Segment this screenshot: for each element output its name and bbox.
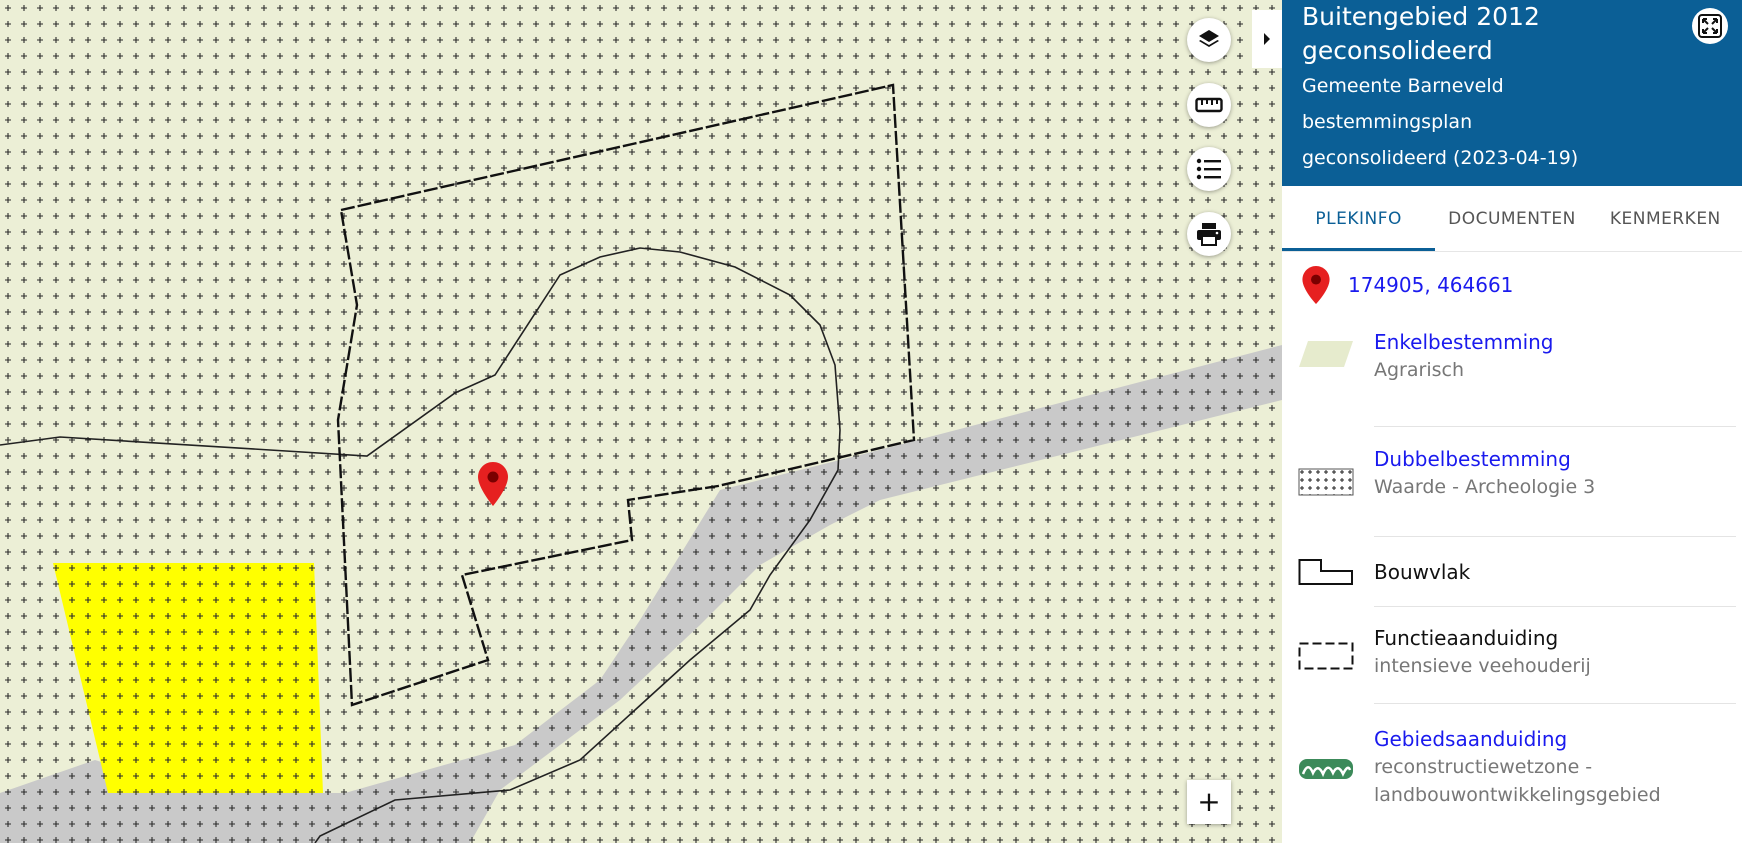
- functieaanduiding-swatch: [1298, 607, 1354, 704]
- measure-button[interactable]: [1187, 83, 1231, 127]
- chevron-right-icon: [1264, 33, 1270, 45]
- archeologie-overlay: [0, 0, 1282, 843]
- fullscreen-icon: [1698, 14, 1722, 38]
- layers-button[interactable]: [1187, 18, 1231, 62]
- legend-item-functieaanduiding: Functieaanduiding intensieve veehouderij: [1282, 607, 1742, 704]
- legend-title[interactable]: Enkelbestemming: [1374, 328, 1736, 356]
- legend-button[interactable]: [1187, 147, 1231, 191]
- legend-item-enkelbestemming: Enkelbestemming Agrarisch: [1282, 318, 1742, 427]
- map-drawing: [0, 0, 1282, 843]
- ruler-icon: [1195, 97, 1223, 113]
- plan-info-panel: Buitengebied 2012 geconsolideerd Gemeent…: [1282, 0, 1742, 843]
- printer-icon: [1197, 223, 1221, 246]
- tab-plekinfo[interactable]: PLEKINFO: [1282, 186, 1436, 251]
- legend-subtitle: Agrarisch: [1374, 359, 1464, 381]
- legend-item-dubbelbestemming: Dubbelbestemming Waarde - Archeologie 3: [1282, 427, 1742, 537]
- gebiedsaanduiding-swatch: [1298, 704, 1354, 834]
- location-row: 174905, 464661: [1282, 252, 1742, 318]
- dubbelbestemming-swatch: [1298, 427, 1354, 537]
- collapse-panel-button[interactable]: [1252, 10, 1282, 68]
- legend-title[interactable]: Dubbelbestemming: [1374, 445, 1736, 473]
- list-icon: [1196, 158, 1221, 180]
- panel-tabs: PLEKINFO DOCUMENTEN KENMERKEN: [1282, 186, 1742, 252]
- fullscreen-button[interactable]: [1692, 8, 1728, 44]
- map-canvas[interactable]: +: [0, 0, 1282, 843]
- legend-title: Bouwvlak: [1374, 560, 1471, 584]
- legend-subtitle: intensieve veehouderij: [1374, 655, 1591, 677]
- layers-icon: [1199, 30, 1219, 47]
- plan-status: geconsolideerd (2023-04-19): [1302, 147, 1579, 169]
- legend-title[interactable]: Gebiedsaanduiding: [1374, 725, 1736, 753]
- enkelbestemming-swatch: [1298, 318, 1354, 390]
- plan-type: bestemmingsplan: [1302, 111, 1473, 133]
- tab-kenmerken[interactable]: KENMERKEN: [1589, 186, 1742, 251]
- plan-title: Buitengebied 2012 geconsolideerd: [1302, 2, 1540, 65]
- map-pin-icon: [1302, 266, 1330, 304]
- legend-item-bouwvlak: Bouwvlak: [1282, 537, 1742, 607]
- legend-subtitle: reconstructiewetzone - landbouwontwikkel…: [1374, 756, 1661, 806]
- tab-documenten[interactable]: DOCUMENTEN: [1435, 186, 1588, 251]
- legend-title: Functieaanduiding: [1374, 626, 1559, 650]
- panel-header: Buitengebied 2012 geconsolideerd Gemeent…: [1282, 0, 1742, 186]
- print-button[interactable]: [1187, 212, 1231, 256]
- zoom-in-button[interactable]: +: [1187, 780, 1231, 824]
- location-coordinates[interactable]: 174905, 464661: [1348, 273, 1513, 297]
- app: + Buitengebied 2012 geconsolideerd Gemee…: [0, 0, 1742, 843]
- legend-item-gebiedsaanduiding: Gebiedsaanduiding reconstructiewetzone -…: [1282, 704, 1742, 843]
- legend-subtitle: Waarde - Archeologie 3: [1374, 476, 1596, 498]
- bouwvlak-swatch: [1298, 537, 1354, 607]
- municipality: Gemeente Barneveld: [1302, 75, 1504, 97]
